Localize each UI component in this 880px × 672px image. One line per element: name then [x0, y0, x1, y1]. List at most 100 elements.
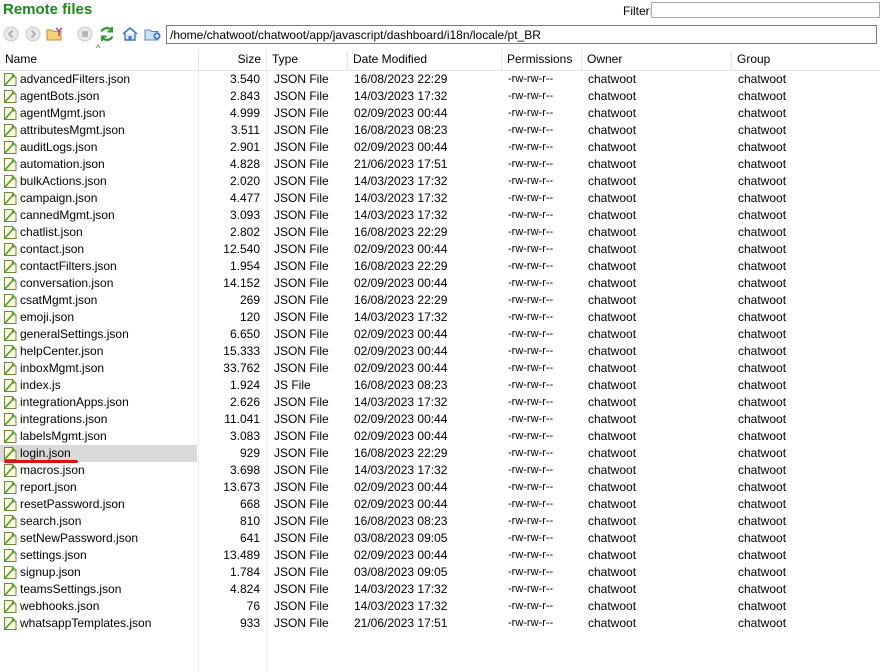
file-size: 4.477 [229, 191, 260, 205]
column-header-name[interactable]: Name [0, 50, 199, 70]
file-owner: chatwoot [588, 582, 637, 596]
file-name: chatlist.json [20, 225, 83, 239]
file-type: JSON File [274, 208, 329, 222]
filter-input[interactable] [651, 2, 880, 18]
column-header-date-modified[interactable]: Date Modified [348, 50, 502, 70]
file-type: JSON File [274, 123, 329, 137]
file-size: 3.511 [230, 123, 260, 137]
file-row[interactable]: cannedMgmt.json 3.093 JSON File 14/03/20… [0, 207, 880, 224]
file-date-modified: 14/03/2023 17:32 [354, 463, 448, 477]
file-name: setNewPassword.json [20, 531, 139, 545]
file-row[interactable]: setNewPassword.json 641 JSON File 03/08/… [0, 530, 880, 547]
file-size: 2.802 [229, 225, 260, 239]
file-date-modified: 02/09/2023 00:44 [354, 480, 448, 494]
file-row[interactable]: webhooks.json 76 JSON File 14/03/2023 17… [0, 598, 880, 615]
file-type: JSON File [274, 582, 329, 596]
file-row[interactable]: contact.json 12.540 JSON File 02/09/2023… [0, 241, 880, 258]
file-icon [4, 124, 17, 137]
file-owner: chatwoot [588, 429, 637, 443]
file-date-modified: 02/09/2023 00:44 [354, 276, 448, 290]
file-row[interactable]: campaign.json 4.477 JSON File 14/03/2023… [0, 190, 880, 207]
file-permissions: -rw-rw-r-- [508, 345, 554, 357]
file-row[interactable]: csatMgmt.json 269 JSON File 16/08/2023 2… [0, 292, 880, 309]
file-owner: chatwoot [588, 412, 637, 426]
file-row[interactable]: settings.json 13.489 JSON File 02/09/202… [0, 547, 880, 564]
file-row[interactable]: bulkActions.json 2.020 JSON File 14/03/2… [0, 173, 880, 190]
stop-icon[interactable] [76, 25, 94, 43]
file-group: chatwoot [738, 378, 787, 392]
file-list-header: Name Size Type Date Modified Permissions… [0, 50, 880, 71]
column-header-type[interactable]: Type [267, 50, 348, 70]
file-type: JSON File [274, 242, 329, 256]
file-date-modified: 14/03/2023 17:32 [354, 208, 448, 222]
new-folder-icon[interactable] [144, 25, 162, 43]
file-row[interactable]: generalSettings.json 6.650 JSON File 02/… [0, 326, 880, 343]
file-group: chatwoot [738, 225, 787, 239]
file-row[interactable]: auditLogs.json 2.901 JSON File 02/09/202… [0, 139, 880, 156]
file-date-modified: 02/09/2023 00:44 [354, 106, 448, 120]
home-icon[interactable] [121, 25, 139, 43]
file-row[interactable]: agentMgmt.json 4.999 JSON File 02/09/202… [0, 105, 880, 122]
file-permissions: -rw-rw-r-- [508, 209, 554, 221]
folder-up-icon[interactable] [46, 25, 64, 43]
file-date-modified: 14/03/2023 17:32 [354, 89, 448, 103]
column-header-permissions[interactable]: Permissions [502, 50, 582, 70]
file-row[interactable]: contactFilters.json 1.954 JSON File 16/0… [0, 258, 880, 275]
file-name: generalSettings.json [20, 327, 129, 341]
file-icon [4, 260, 17, 273]
file-row[interactable]: search.json 810 JSON File 16/08/2023 08:… [0, 513, 880, 530]
file-owner: chatwoot [588, 378, 637, 392]
file-permissions: -rw-rw-r-- [508, 311, 554, 323]
file-size: 120 [239, 310, 260, 324]
file-type: JSON File [274, 293, 329, 307]
file-date-modified: 02/09/2023 00:44 [354, 140, 448, 154]
file-type: JSON File [274, 157, 329, 171]
file-row[interactable]: login.json 929 JSON File 16/08/2023 22:2… [0, 445, 880, 463]
file-group: chatwoot [738, 89, 787, 103]
file-name: helpCenter.json [20, 344, 104, 358]
file-row[interactable]: attributesMgmt.json 3.511 JSON File 16/0… [0, 122, 880, 139]
file-row[interactable]: automation.json 4.828 JSON File 21/06/20… [0, 156, 880, 173]
file-name: emoji.json [20, 310, 75, 324]
refresh-icon[interactable] [98, 25, 116, 43]
file-row[interactable]: whatsappTemplates.json 933 JSON File 21/… [0, 615, 880, 632]
file-row[interactable]: signup.json 1.784 JSON File 03/08/2023 0… [0, 564, 880, 581]
file-type: JSON File [274, 310, 329, 324]
file-row[interactable]: emoji.json 120 JSON File 14/03/2023 17:3… [0, 309, 880, 326]
forward-icon[interactable] [24, 25, 42, 43]
file-row[interactable]: helpCenter.json 15.333 JSON File 02/09/2… [0, 343, 880, 360]
file-icon [4, 328, 17, 341]
file-icon [4, 158, 17, 171]
back-icon[interactable] [2, 25, 20, 43]
file-icon [4, 447, 17, 460]
file-row[interactable]: teamsSettings.json 4.824 JSON File 14/03… [0, 581, 880, 598]
file-type: JSON File [274, 327, 329, 341]
file-row[interactable]: agentBots.json 2.843 JSON File 14/03/202… [0, 88, 880, 105]
file-row[interactable]: integrationApps.json 2.626 JSON File 14/… [0, 394, 880, 411]
file-row[interactable]: advancedFilters.json 3.540 JSON File 16/… [0, 71, 880, 88]
file-list: advancedFilters.json 3.540 JSON File 16/… [0, 71, 880, 632]
file-icon [4, 73, 17, 86]
file-group: chatwoot [738, 174, 787, 188]
file-name: cannedMgmt.json [20, 208, 115, 222]
file-row[interactable]: inboxMgmt.json 33.762 JSON File 02/09/20… [0, 360, 880, 377]
file-group: chatwoot [738, 259, 787, 273]
file-row[interactable]: macros.json 3.698 JSON File 14/03/2023 1… [0, 462, 880, 479]
file-icon [4, 362, 17, 375]
file-permissions: -rw-rw-r-- [508, 73, 554, 85]
file-row[interactable]: resetPassword.json 668 JSON File 02/09/2… [0, 496, 880, 513]
column-header-group[interactable]: Group [732, 50, 880, 70]
file-permissions: -rw-rw-r-- [508, 498, 554, 510]
column-header-owner[interactable]: Owner [582, 50, 732, 70]
file-size: 15.333 [223, 344, 260, 358]
file-row[interactable]: chatlist.json 2.802 JSON File 16/08/2023… [0, 224, 880, 241]
file-name: contact.json [20, 242, 85, 256]
column-header-size[interactable]: Size [199, 50, 267, 70]
file-row[interactable]: conversation.json 14.152 JSON File 02/09… [0, 275, 880, 292]
file-icon [4, 430, 17, 443]
file-row[interactable]: labelsMgmt.json 3.083 JSON File 02/09/20… [0, 428, 880, 445]
file-row[interactable]: report.json 13.673 JSON File 02/09/2023 … [0, 479, 880, 496]
file-row[interactable]: index.js 1.924 JS File 16/08/2023 08:23 … [0, 377, 880, 394]
remote-path-input[interactable] [166, 25, 877, 44]
file-row[interactable]: integrations.json 11.041 JSON File 02/09… [0, 411, 880, 428]
